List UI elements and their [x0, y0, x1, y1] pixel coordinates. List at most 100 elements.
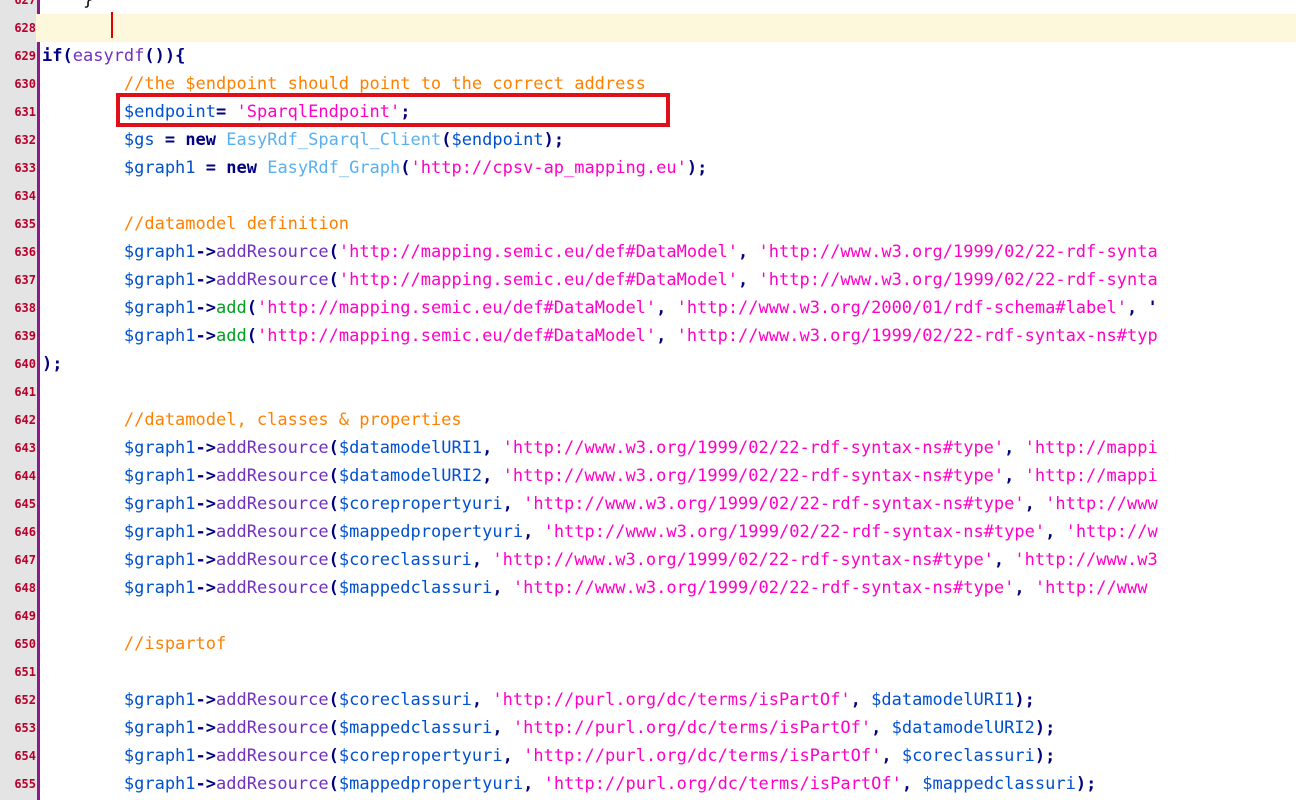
code-text[interactable]: $graph1->addResource($corepropertyuri, '… — [42, 490, 1158, 518]
code-token: $graph1 — [42, 270, 196, 290]
code-token: ( — [328, 578, 339, 598]
code-token: 'http://www.w3.org/1999/02/22-rdf-syntax… — [676, 326, 1158, 346]
code-token: //ispartof — [42, 634, 227, 654]
code-token: , — [523, 774, 544, 794]
code-line[interactable]: 639 $graph1->add('http://mapping.semic.e… — [0, 322, 1296, 350]
code-token: easyrdf — [72, 46, 145, 66]
code-token: -> — [195, 746, 217, 766]
code-text[interactable]: $graph1->addResource($coreclassuri, 'htt… — [42, 546, 1158, 574]
code-text[interactable]: } — [42, 0, 93, 14]
code-line[interactable]: 641 — [0, 378, 1296, 406]
code-token: , — [871, 718, 892, 738]
code-line[interactable]: 646 $graph1->addResource($mappedproperty… — [0, 518, 1296, 546]
line-number: 649 — [14, 609, 36, 623]
code-token: 'http://mappi — [1024, 466, 1158, 486]
code-token: $gs — [42, 130, 155, 150]
code-line[interactable]: 628 — [0, 14, 1296, 42]
code-token: ( — [246, 326, 257, 346]
code-text[interactable]: $graph1->addResource($coreclassuri, 'htt… — [42, 686, 1035, 714]
code-token: if — [42, 46, 63, 66]
code-token: EasyRdf_Sparql_Client — [226, 130, 442, 150]
code-text[interactable]: $graph1->addResource($datamodelURI2, 'ht… — [42, 462, 1158, 490]
code-token: addResource — [216, 438, 329, 458]
code-line[interactable]: 629 if(easyrdf()){ — [0, 42, 1296, 70]
line-number: 628 — [0, 14, 36, 42]
code-token: ( — [328, 494, 339, 514]
code-line[interactable]: 638 $graph1->add('http://mapping.semic.e… — [0, 294, 1296, 322]
code-token: , — [1024, 494, 1046, 514]
code-line[interactable]: 642 //datamodel, classes & properties — [0, 406, 1296, 434]
code-text[interactable]: $graph1->addResource($mappedpropertyuri,… — [42, 518, 1158, 546]
code-token: $graph1 — [42, 690, 196, 710]
code-text[interactable]: //datamodel definition — [42, 210, 349, 238]
code-token: -> — [195, 466, 217, 486]
code-line[interactable]: 651 — [0, 658, 1296, 686]
code-text[interactable]: $graph1->addResource('http://mapping.sem… — [42, 238, 1158, 266]
code-token: , — [993, 550, 1015, 570]
code-token: = — [154, 130, 186, 150]
code-text[interactable]: if(easyrdf()){ — [42, 42, 185, 70]
code-line[interactable]: 636 $graph1->addResource('http://mapping… — [0, 238, 1296, 266]
code-token: -> — [195, 326, 217, 346]
code-line[interactable]: 647 $graph1->addResource($coreclassuri, … — [0, 546, 1296, 574]
line-number: 652 — [14, 693, 36, 707]
code-token: ( — [246, 298, 257, 318]
code-token: , ' — [1126, 298, 1158, 318]
code-line[interactable]: 653 $graph1->addResource($mappedclassuri… — [0, 714, 1296, 742]
code-text[interactable]: $graph1->addResource('http://mapping.sem… — [42, 266, 1158, 294]
code-line[interactable]: 637 $graph1->addResource('http://mapping… — [0, 266, 1296, 294]
code-text[interactable]: $graph1->addResource($mappedpropertyuri,… — [42, 770, 1096, 798]
code-token: , — [656, 326, 677, 346]
code-token: ( — [328, 718, 339, 738]
code-token: addResource — [216, 774, 329, 794]
code-line[interactable]: 648 $graph1->addResource($mappedclassuri… — [0, 574, 1296, 602]
code-text[interactable]: $graph1->addResource($mappedclassuri, 'h… — [42, 574, 1148, 602]
code-token: ); — [42, 354, 63, 374]
code-token: addResource — [216, 466, 329, 486]
highlight-annotation-box — [116, 93, 670, 127]
code-token: 'http://www.w3.org/1999/02/22-rdf-syntax… — [512, 578, 1015, 598]
code-line[interactable]: 634 — [0, 182, 1296, 210]
code-token: $coreclassuri — [901, 746, 1035, 766]
code-editor[interactable]: 627 } 628 629 if(easyrdf()){630 //the $endp… — [0, 0, 1296, 800]
code-line[interactable]: 635 //datamodel definition — [0, 210, 1296, 238]
code-token: , — [656, 298, 677, 318]
code-token: ); — [1014, 690, 1035, 710]
code-line[interactable]: 633 $graph1 = new EasyRdf_Graph('http://… — [0, 154, 1296, 182]
code-text[interactable]: $graph1->addResource($mappedclassuri, 'h… — [42, 714, 1056, 742]
code-token: , — [502, 494, 524, 514]
code-text[interactable]: $graph1->add('http://mapping.semic.eu/de… — [42, 322, 1158, 350]
code-token: ( — [441, 130, 452, 150]
code-text[interactable]: $graph1->addResource($corepropertyuri, '… — [42, 742, 1056, 770]
code-token: ( — [328, 522, 339, 542]
code-text[interactable]: $graph1->add('http://mapping.semic.eu/de… — [42, 294, 1158, 322]
code-line[interactable]: 652 $graph1->addResource($coreclassuri, … — [0, 686, 1296, 714]
code-text[interactable]: $graph1->addResource($datamodelURI1, 'ht… — [42, 434, 1158, 462]
code-token: , — [492, 578, 513, 598]
code-line[interactable]: 650 //ispartof — [0, 630, 1296, 658]
code-line[interactable]: 645 $graph1->addResource($corepropertyur… — [0, 490, 1296, 518]
code-token: , — [502, 746, 524, 766]
code-token: add — [216, 298, 247, 318]
code-text[interactable]: $gs = new EasyRdf_Sparql_Client($endpoin… — [42, 126, 564, 154]
code-line[interactable]: 643 $graph1->addResource($datamodelURI1,… — [0, 434, 1296, 462]
code-line[interactable]: 655 $graph1->addResource($mappedproperty… — [0, 770, 1296, 798]
code-token: , — [482, 466, 503, 486]
code-text[interactable]: $graph1 = new EasyRdf_Graph('http://cpsv… — [42, 154, 707, 182]
line-number: 636 — [14, 245, 36, 259]
code-token: $graph1 — [42, 298, 196, 318]
line-number: 629 — [14, 49, 36, 63]
code-line[interactable]: 649 — [0, 602, 1296, 630]
code-line[interactable]: 632 $gs = new EasyRdf_Sparql_Client($end… — [0, 126, 1296, 154]
code-text[interactable]: ); — [42, 350, 62, 378]
code-token: -> — [195, 578, 217, 598]
code-token: $datamodelURI1 — [871, 690, 1015, 710]
code-text[interactable]: //ispartof — [42, 630, 226, 658]
code-line[interactable]: 640); — [0, 350, 1296, 378]
code-line[interactable]: 644 $graph1->addResource($datamodelURI2,… — [0, 462, 1296, 490]
code-text[interactable]: //datamodel, classes & properties — [42, 406, 462, 434]
code-token: ); — [1034, 746, 1056, 766]
code-line[interactable]: 627 } — [0, 0, 1296, 14]
code-line[interactable]: 654 $graph1->addResource($corepropertyur… — [0, 742, 1296, 770]
line-number: 630 — [14, 77, 36, 91]
